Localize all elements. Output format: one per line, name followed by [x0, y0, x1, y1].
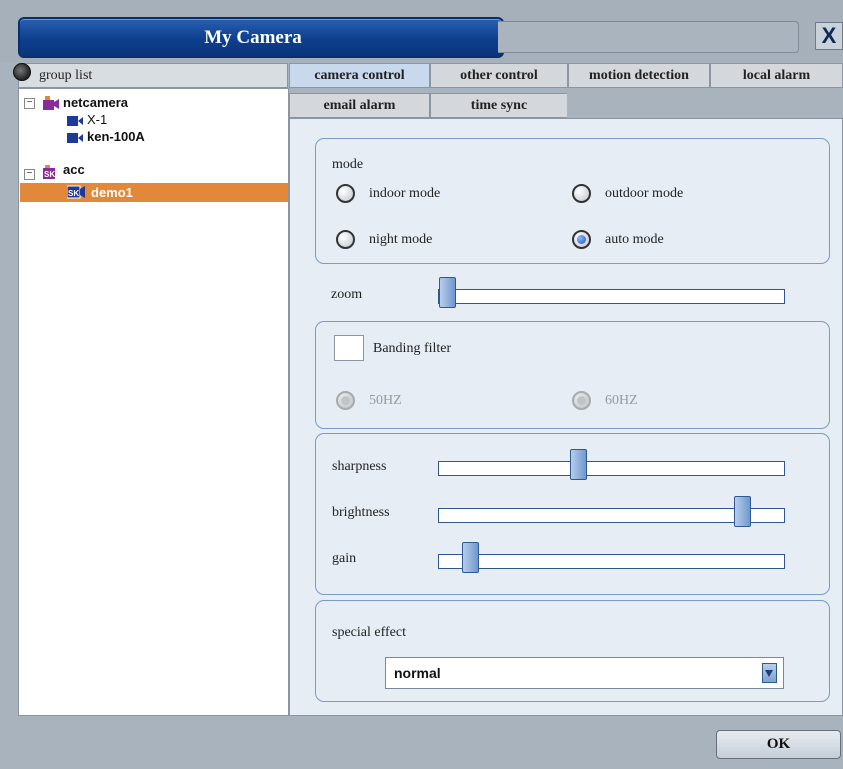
camera-icon — [67, 133, 83, 143]
sk-camera-icon: SK — [66, 185, 85, 199]
zoom-label: zoom — [331, 287, 363, 302]
banding-filter-label: Banding filter — [373, 341, 452, 356]
night-mode-label: night mode — [369, 232, 433, 247]
50hz-label: 50HZ — [369, 393, 402, 408]
camera-tree: − netcamera X-1 ken-100A − SK acc SK dem… — [18, 88, 289, 716]
close-button[interactable]: X — [815, 22, 843, 50]
outdoor-mode-radio[interactable] — [572, 184, 591, 203]
sharpness-slider-thumb[interactable] — [570, 449, 587, 480]
brightness-label: brightness — [332, 505, 390, 520]
special-effect-value: normal — [394, 665, 441, 681]
special-effect-select[interactable]: normal — [385, 657, 784, 689]
collapse-icon[interactable]: − — [24, 98, 35, 109]
camera-group-icon — [43, 96, 59, 110]
sk-camera-group-icon: SK — [43, 165, 59, 179]
sharpness-slider[interactable] — [438, 449, 785, 480]
zoom-slider[interactable] — [438, 277, 785, 308]
mode-group: mode indoor mode outdoor mode night mode… — [315, 138, 830, 264]
ok-button[interactable]: OK — [716, 730, 841, 759]
group-list-icon — [13, 63, 31, 81]
dropdown-arrow-icon[interactable] — [762, 663, 777, 683]
sharpness-label: sharpness — [332, 459, 387, 474]
tree-camera-x1[interactable]: X-1 — [87, 111, 107, 129]
tree-group-netcamera[interactable]: netcamera — [63, 94, 128, 112]
window-title: My Camera — [18, 17, 504, 58]
gain-label: gain — [332, 551, 357, 566]
svg-text:SK: SK — [68, 189, 79, 198]
title-bar-extension — [498, 21, 799, 53]
brightness-slider[interactable] — [438, 496, 785, 527]
brightness-slider-thumb[interactable] — [734, 496, 751, 527]
tab-other-control[interactable]: other control — [430, 63, 568, 88]
gain-slider-thumb[interactable] — [462, 542, 479, 573]
zoom-slider-thumb[interactable] — [439, 277, 456, 308]
title-bar: My Camera X — [0, 0, 843, 62]
camera-control-panel: mode indoor mode outdoor mode night mode… — [289, 118, 843, 716]
outdoor-mode-label: outdoor mode — [605, 186, 684, 201]
tab-time-sync[interactable]: time sync — [430, 93, 568, 118]
banding-filter-checkbox[interactable] — [334, 335, 364, 361]
mode-label: mode — [332, 157, 364, 172]
selected-row-highlight — [20, 183, 288, 202]
image-adjust-group: sharpness brightness gain — [315, 433, 830, 595]
special-effect-group: special effect normal — [315, 600, 830, 702]
special-effect-label: special effect — [332, 625, 406, 640]
banding-filter-group: Banding filter 50HZ 60HZ — [315, 321, 830, 429]
tab-row-filler — [567, 93, 843, 119]
group-list-label: group list — [39, 68, 93, 83]
60hz-radio[interactable] — [572, 391, 591, 410]
collapse-icon[interactable]: − — [24, 169, 35, 180]
tree-camera-demo1[interactable]: demo1 — [91, 184, 133, 202]
auto-mode-label: auto mode — [605, 232, 664, 247]
indoor-mode-label: indoor mode — [369, 186, 441, 201]
tab-local-alarm[interactable]: local alarm — [710, 63, 843, 88]
tree-camera-ken100a[interactable]: ken-100A — [87, 128, 145, 146]
tab-motion-detection[interactable]: motion detection — [568, 63, 710, 88]
gain-slider[interactable] — [438, 542, 785, 573]
night-mode-radio[interactable] — [336, 230, 355, 249]
tree-group-acc[interactable]: acc — [63, 161, 85, 179]
group-list-header: group list — [13, 63, 288, 88]
indoor-mode-radio[interactable] — [336, 184, 355, 203]
60hz-label: 60HZ — [605, 393, 638, 408]
auto-mode-radio[interactable] — [572, 230, 591, 249]
tab-email-alarm[interactable]: email alarm — [289, 93, 430, 118]
svg-text:SK: SK — [44, 170, 55, 179]
tab-camera-control[interactable]: camera control — [289, 63, 430, 88]
50hz-radio[interactable] — [336, 391, 355, 410]
camera-icon — [67, 116, 83, 126]
